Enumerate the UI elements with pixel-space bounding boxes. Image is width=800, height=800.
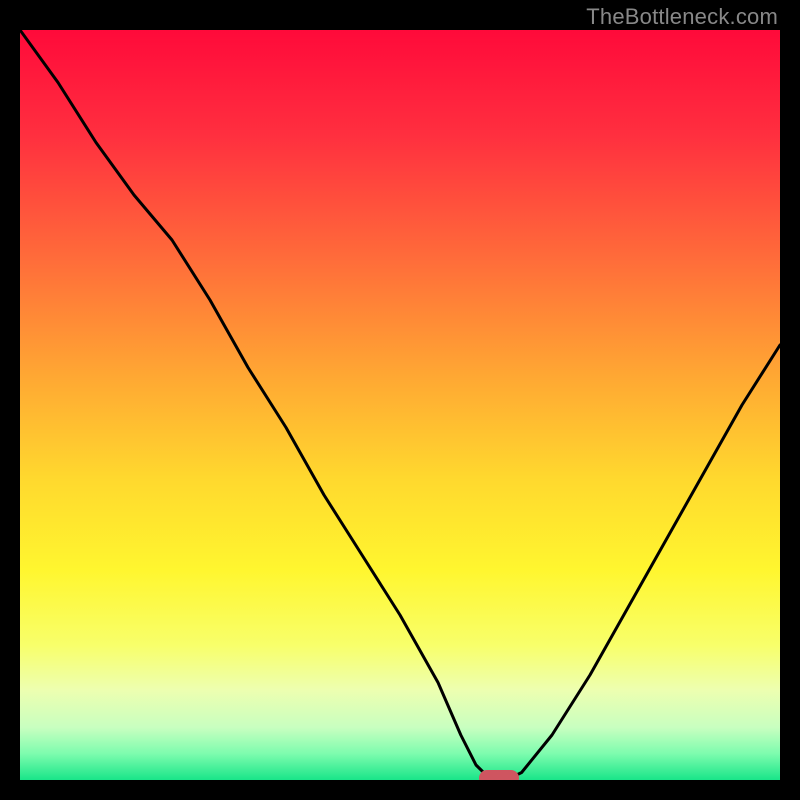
chart-frame: TheBottleneck.com (0, 0, 800, 800)
plot-area (20, 30, 780, 780)
bottleneck-curve (20, 30, 780, 780)
optimal-point-marker (479, 770, 519, 780)
watermark-text: TheBottleneck.com (586, 4, 778, 30)
